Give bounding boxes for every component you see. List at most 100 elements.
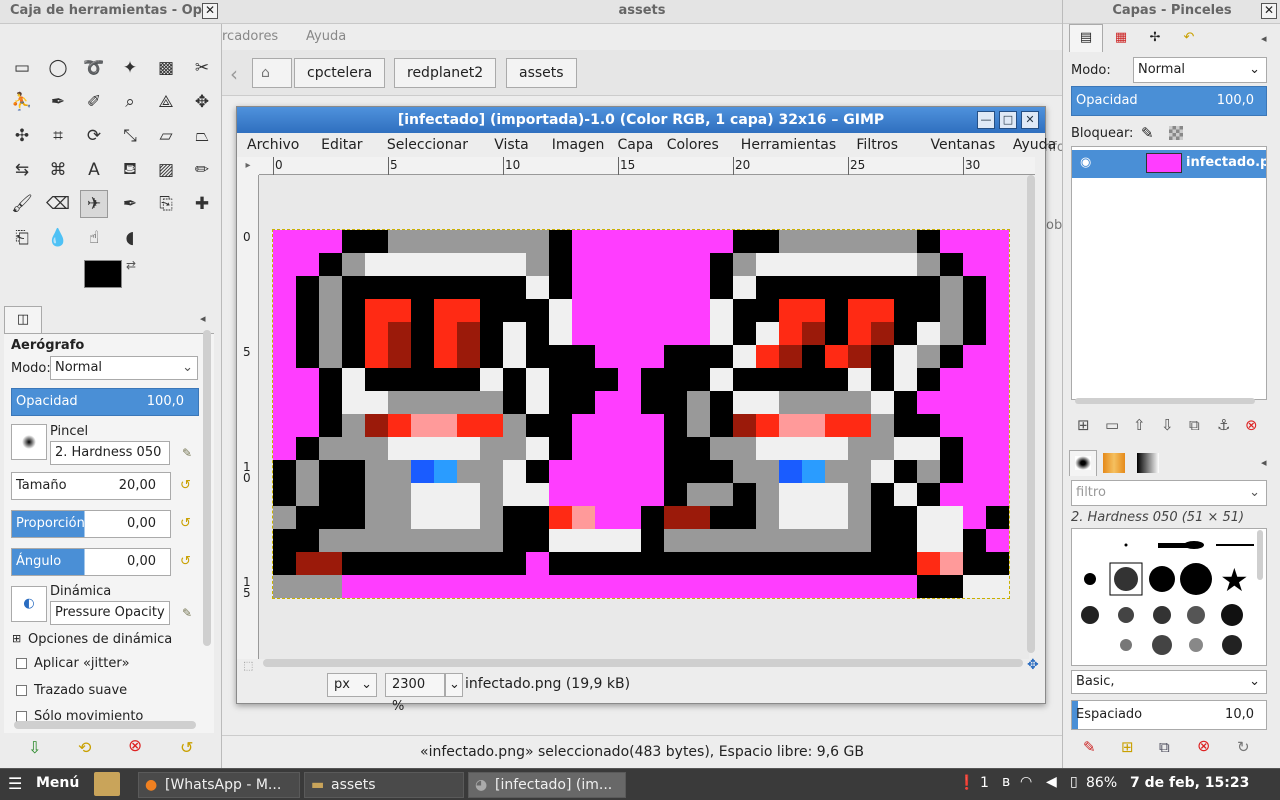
- edit-brush-icon[interactable]: ✎: [1083, 738, 1096, 756]
- blur-tool-icon[interactable]: 💧: [44, 224, 72, 252]
- delete-preset-icon[interactable]: ⊗: [128, 736, 142, 756]
- dodge-burn-tool-icon[interactable]: ◖: [116, 224, 144, 252]
- cage-tool-icon[interactable]: ⌘: [44, 156, 72, 184]
- aspect-ratio-slider[interactable]: Proporción d... 0,00: [11, 510, 171, 538]
- color-picker-tool-icon[interactable]: ✐: [80, 88, 108, 116]
- reset-options-icon[interactable]: ↺: [180, 738, 193, 757]
- menu-filtros[interactable]: Filtros: [856, 133, 898, 157]
- rotate-tool-icon[interactable]: ⟳: [80, 122, 108, 150]
- layer-opacity-slider[interactable]: Opacidad 100,0: [1071, 86, 1267, 116]
- measure-tool-icon[interactable]: ⟁: [152, 88, 180, 116]
- sprite-canvas[interactable]: [272, 229, 1010, 599]
- smooth-checkbox[interactable]: [16, 685, 27, 696]
- bluetooth-icon[interactable]: ʙ: [1002, 774, 1010, 790]
- wifi-icon[interactable]: ◠: [1020, 774, 1032, 790]
- home-folder-button[interactable]: ⌂: [252, 58, 292, 88]
- brush-name-field[interactable]: 2. Hardness 050: [50, 441, 170, 465]
- layer-mode-select[interactable]: Normal ⌄: [1133, 57, 1267, 83]
- rect-select-tool-icon[interactable]: ▭: [8, 54, 36, 82]
- crop-tool-icon[interactable]: ⌗: [44, 122, 72, 150]
- color-select-tool-icon[interactable]: ▩: [152, 54, 180, 82]
- brush-grid[interactable]: ★: [1071, 528, 1267, 666]
- menu-imagen[interactable]: Imagen: [552, 133, 605, 157]
- ink-tool-icon[interactable]: ✒: [116, 190, 144, 218]
- volume-icon[interactable]: ◀: [1046, 774, 1057, 790]
- layers-scrollbar[interactable]: [1075, 398, 1255, 404]
- lower-layer-icon[interactable]: ⇩: [1161, 416, 1174, 434]
- menu-capa[interactable]: Capa: [618, 133, 654, 157]
- clone-tool-icon[interactable]: ⎘: [152, 190, 180, 218]
- restore-preset-icon[interactable]: ⟲: [78, 738, 91, 757]
- duplicate-layer-icon[interactable]: ⧉: [1189, 416, 1200, 434]
- menu-ventanas[interactable]: Ventanas: [931, 133, 996, 157]
- pencil-tool-icon[interactable]: ✏: [188, 156, 216, 184]
- dynamics-field[interactable]: Pressure Opacity: [50, 601, 170, 625]
- tab-paths[interactable]: ✢: [1139, 26, 1171, 50]
- paintbrush-tool-icon[interactable]: 🖌: [8, 190, 36, 218]
- panel-menu-icon[interactable]: ◂: [200, 312, 206, 325]
- duplicate-brush-icon[interactable]: ⧉: [1159, 738, 1170, 756]
- tab-patterns[interactable]: [1103, 453, 1125, 473]
- foreground-color-swatch[interactable]: [84, 260, 122, 288]
- taskbar-item-assets[interactable]: ▬ assets: [304, 772, 464, 798]
- tab-undo[interactable]: ↶: [1173, 26, 1205, 50]
- zoom-tool-icon[interactable]: ⌕: [116, 88, 144, 116]
- back-arrow-icon[interactable]: ‹: [230, 62, 238, 86]
- notification-icon[interactable]: ❗: [958, 775, 975, 791]
- brush-preview[interactable]: [11, 424, 47, 460]
- panel-menu-icon[interactable]: ◂: [1261, 456, 1267, 469]
- edit-brush-icon[interactable]: ✎: [182, 446, 192, 460]
- menu-herramientas[interactable]: Herramientas: [741, 133, 836, 157]
- delete-layer-icon[interactable]: ⊗: [1245, 416, 1258, 434]
- tool-options-tab[interactable]: ◫: [4, 306, 42, 334]
- paths-tool-icon[interactable]: ✒: [44, 88, 72, 116]
- breadcrumb-cpctelera[interactable]: cpctelera: [294, 58, 386, 88]
- expand-icon[interactable]: ⊞: [12, 632, 21, 645]
- reset-size-icon[interactable]: ↺: [180, 478, 191, 493]
- reset-angle-icon[interactable]: ↺: [180, 554, 191, 569]
- foreground-select-tool-icon[interactable]: ⛹: [8, 88, 36, 116]
- gradient-tool-icon[interactable]: ▨: [152, 156, 180, 184]
- maximize-button[interactable]: □: [999, 111, 1017, 129]
- eraser-tool-icon[interactable]: ⌫: [44, 190, 72, 218]
- menu-editar[interactable]: Editar: [321, 133, 362, 157]
- menu-colores[interactable]: Colores: [667, 133, 719, 157]
- minimize-button[interactable]: —: [977, 111, 995, 129]
- swap-colors-icon[interactable]: ⇄: [126, 258, 136, 272]
- menu-ayuda[interactable]: Ayuda: [1013, 133, 1056, 157]
- zoom-dropdown[interactable]: ⌄: [445, 673, 463, 697]
- taskbar-item-gimp[interactable]: ◕ [infectado] (im...: [468, 772, 626, 798]
- file-manager-launcher-icon[interactable]: [94, 772, 120, 796]
- size-slider[interactable]: Tamaño 20,00: [11, 472, 171, 500]
- new-group-icon[interactable]: ▭: [1105, 416, 1119, 434]
- start-menu-button[interactable]: Menú: [36, 775, 79, 791]
- smudge-tool-icon[interactable]: ☝: [80, 224, 108, 252]
- vertical-scrollbar[interactable]: [1027, 175, 1035, 653]
- perspective-clone-tool-icon[interactable]: ⎗: [8, 224, 36, 252]
- move-tool-icon[interactable]: ✥: [188, 88, 216, 116]
- close-icon[interactable]: ✕: [1261, 3, 1277, 19]
- mode-select[interactable]: Normal ⌄: [50, 356, 198, 380]
- horizontal-scrollbar[interactable]: [14, 721, 196, 729]
- brush-scrollbar[interactable]: [1257, 530, 1263, 580]
- battery-icon[interactable]: ▯: [1070, 774, 1078, 790]
- raise-layer-icon[interactable]: ⇧: [1133, 416, 1146, 434]
- zoom-field[interactable]: 2300 %: [385, 673, 445, 714]
- brush-presets[interactable]: ★: [1076, 533, 1256, 663]
- vertical-scrollbar[interactable]: [203, 330, 211, 646]
- menu-seleccionar[interactable]: Seleccionar: [387, 133, 468, 157]
- lasso-select-tool-icon[interactable]: ➰: [80, 54, 108, 82]
- brush-filter-field[interactable]: filtro ⌄: [1071, 480, 1267, 506]
- align-tool-icon[interactable]: ✣: [8, 122, 36, 150]
- quick-mask-corner-icon[interactable]: ▸: [237, 157, 259, 175]
- refresh-brushes-icon[interactable]: ↻: [1237, 738, 1250, 756]
- unit-select[interactable]: px ⌄: [327, 673, 377, 697]
- menu-help[interactable]: Ayuda: [306, 24, 346, 50]
- jitter-checkbox[interactable]: [16, 658, 27, 669]
- tab-brushes[interactable]: [1069, 450, 1097, 476]
- close-button[interactable]: ✕: [1021, 111, 1039, 129]
- taskbar-item-whatsapp[interactable]: ● [WhatsApp - M...: [138, 772, 300, 798]
- save-preset-icon[interactable]: ⇩: [28, 738, 41, 757]
- ellipse-select-tool-icon[interactable]: ◯: [44, 54, 72, 82]
- spacing-slider[interactable]: Espaciado 10,0: [1071, 700, 1267, 730]
